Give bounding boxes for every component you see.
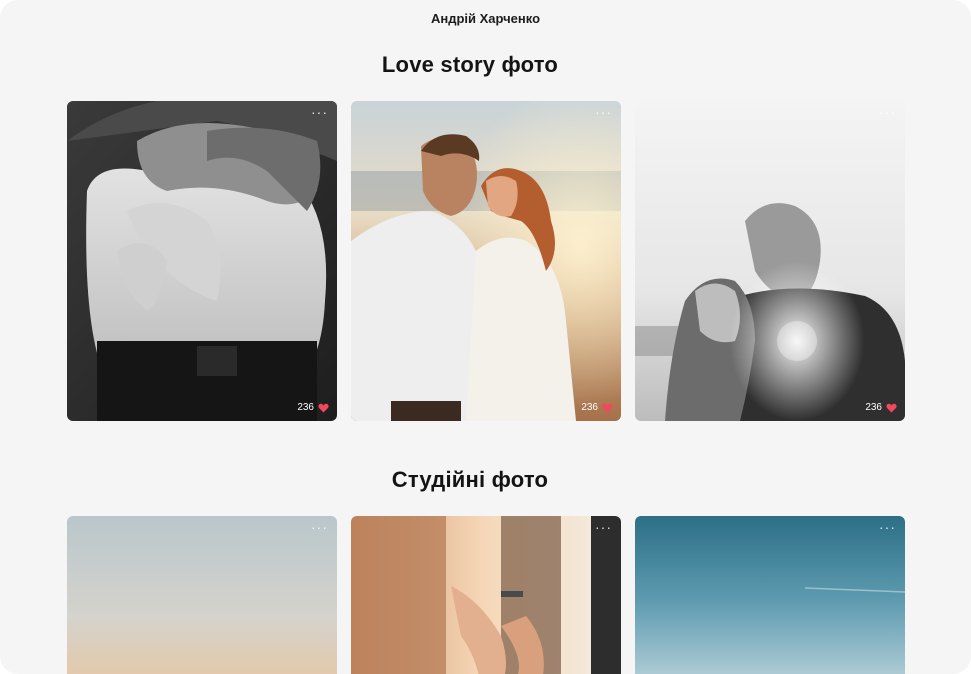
photo-studio-soft-sky [67, 516, 337, 674]
more-options-icon[interactable]: ··· [595, 105, 612, 119]
photo-card[interactable]: ··· 236 [635, 101, 905, 421]
photo-card[interactable]: ··· [67, 516, 337, 674]
heart-icon [602, 403, 613, 413]
photo-card[interactable]: ··· [351, 516, 621, 674]
love-story-gallery: ··· 236 ··· 236 ··· 236 [67, 101, 905, 421]
more-options-icon[interactable]: ··· [595, 520, 612, 534]
author-name[interactable]: Андрій Харченко [0, 11, 971, 26]
more-options-icon[interactable]: ··· [311, 105, 328, 119]
likes-counter[interactable]: 236 [581, 402, 613, 413]
photo-card[interactable]: ··· 236 [67, 101, 337, 421]
photo-studio-holding-hands [351, 516, 621, 674]
photo-card[interactable]: ··· [635, 516, 905, 674]
more-options-icon[interactable]: ··· [879, 520, 896, 534]
likes-counter[interactable]: 236 [865, 402, 897, 413]
photo-couple-embrace-bw [67, 101, 337, 421]
photo-couple-bw-flare [635, 101, 905, 421]
studio-gallery: ··· ··· ··· [67, 516, 905, 674]
heart-icon [318, 403, 329, 413]
photographer-portfolio-page: Андрій Харченко Love story фото ··· 236 … [0, 0, 971, 674]
heart-icon [886, 403, 897, 413]
likes-count: 236 [581, 402, 598, 413]
photo-card[interactable]: ··· 236 [351, 101, 621, 421]
section-title-love-story: Love story фото [381, 52, 559, 77]
more-options-icon[interactable]: ··· [311, 520, 328, 534]
section-title-studio: Студійні фото [391, 467, 549, 492]
likes-counter[interactable]: 236 [297, 402, 329, 413]
likes-count: 236 [865, 402, 882, 413]
likes-count: 236 [297, 402, 314, 413]
photo-studio-blue-sky [635, 516, 905, 674]
more-options-icon[interactable]: ··· [879, 105, 896, 119]
photo-couple-beach-sunset [351, 101, 621, 421]
